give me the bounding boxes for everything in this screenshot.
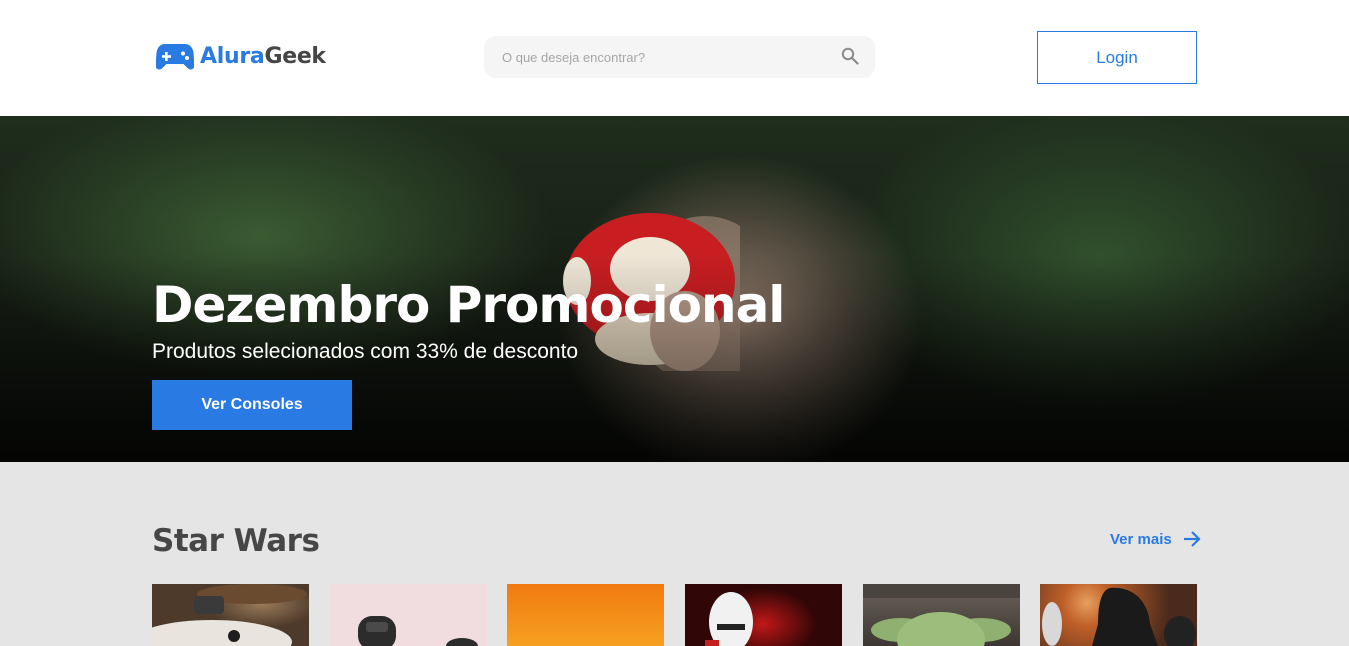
star-wars-section: Star Wars Ver mais — [0, 462, 1349, 646]
product-card[interactable] — [1040, 584, 1197, 646]
product-image — [358, 616, 478, 646]
search-bar — [484, 36, 875, 78]
logo-text: AluraGeek — [200, 44, 326, 69]
see-consoles-button[interactable]: Ver Consoles — [152, 380, 352, 430]
logo[interactable]: AluraGeek — [156, 40, 326, 72]
hero-banner: Dezembro Promocional Produtos selecionad… — [0, 116, 1349, 462]
header: AluraGeek Login — [0, 0, 1349, 116]
product-card[interactable] — [863, 584, 1020, 646]
banner-title: Dezembro Promocional — [152, 276, 785, 334]
product-image — [1042, 587, 1196, 646]
logo-text-geek: Geek — [264, 43, 326, 69]
product-card[interactable] — [507, 584, 664, 646]
banner-subtitle: Produtos selecionados com 33% de descont… — [152, 340, 579, 363]
search-icon[interactable] — [841, 47, 859, 65]
section-title: Star Wars — [152, 523, 320, 559]
product-card[interactable] — [330, 584, 487, 646]
login-button[interactable]: Login — [1037, 31, 1197, 84]
product-card[interactable] — [685, 584, 842, 646]
product-image — [863, 584, 1020, 646]
see-more-link[interactable]: Ver mais — [1110, 530, 1202, 548]
product-image — [152, 584, 307, 646]
product-image — [705, 592, 753, 646]
see-more-label: Ver mais — [1110, 530, 1172, 548]
search-input[interactable] — [484, 36, 824, 78]
gamepad-icon — [156, 44, 194, 70]
logo-text-alura: Alura — [200, 43, 265, 69]
product-card[interactable] — [152, 584, 309, 646]
arrow-right-icon — [1183, 531, 1201, 547]
